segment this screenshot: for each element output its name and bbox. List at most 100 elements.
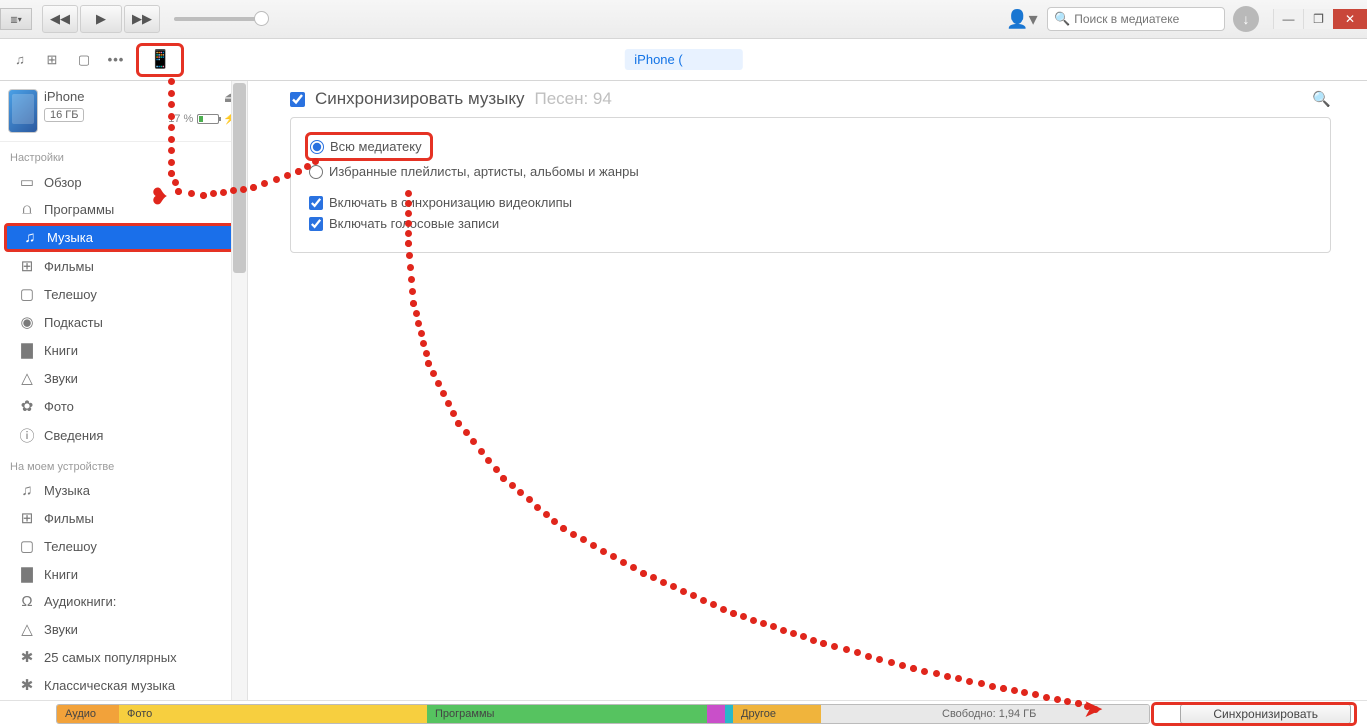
content-pane: Синхронизировать музыку Песен: 94 🔍 Всю … [248,81,1367,700]
sidebar-settings-item-icon-2: ♫ [21,229,39,246]
sidebar-device-item-label-2: Телешоу [44,539,97,554]
sidebar-settings-item-label-7: Звуки [44,371,78,386]
sidebar-device-item-label-1: Фильмы [44,511,94,526]
seg-apps: Программы [427,705,707,723]
sidebar-settings-item-icon-9: ⓘ [18,425,36,446]
sidebar-device-item-icon-5: △ [18,620,36,638]
scrollbar-thumb[interactable] [233,83,246,273]
play-button[interactable]: ▶ [80,5,122,33]
sidebar-settings-item-5[interactable]: ◉Подкасты [0,308,247,336]
maximize-button[interactable]: ❐ [1303,9,1333,29]
movies-tab-icon[interactable]: ⊞ [38,45,66,75]
seg-docs [707,705,725,723]
sidebar-device-item-6[interactable]: ✱25 самых популярных [0,643,247,671]
capacity-bar: Аудио Фото Программы Другое Свободно: 1,… [0,700,1367,726]
seg-other: Другое [733,705,821,723]
check-videos-label: Включать в синхронизацию видеоклипы [329,195,572,210]
sidebar-settings-item-label-4: Телешоу [44,287,97,302]
account-button[interactable]: 👤▾ [1005,6,1039,32]
sidebar-settings-item-0[interactable]: ▭Обзор [0,168,247,196]
sidebar-settings-item-icon-4: ▢ [18,285,36,303]
sidebar-device-item-label-3: Книги [44,567,78,582]
sidebar-device-item-label-4: Аудиокниги: [44,594,116,609]
sidebar-settings-item-2[interactable]: ♫ Музыка [4,223,243,252]
playback-controls: ◀◀ ▶ ▶▶ [42,5,160,33]
sidebar-device-item-5[interactable]: △ Звуки [0,615,247,643]
secondary-toolbar: ♫ ⊞ ▢ ••• 📱 iPhone ( [0,39,1367,81]
sidebar-section-settings: Настройки [0,142,247,168]
download-button[interactable]: ↓ [1233,6,1259,32]
sidebar-device-item-4[interactable]: ΩАудиокниги: [0,588,247,615]
sync-options-panel: Всю медиатеку Избранные плейлисты, артис… [290,117,1331,253]
more-tabs-icon[interactable]: ••• [102,45,130,75]
prev-button[interactable]: ◀◀ [42,5,78,33]
storage-bar: Аудио Фото Программы Другое Свободно: 1,… [56,704,1150,724]
search-field[interactable]: 🔍 [1047,7,1225,31]
sidebar-settings-item-4[interactable]: ▢ Телешоу [0,280,247,308]
sidebar-device-item-label-7: Классическая музыка [44,678,175,693]
sidebar-device-item-icon-7: ✱ [18,676,36,694]
sidebar-settings-item-7[interactable]: △Звуки [0,364,247,392]
next-button[interactable]: ▶▶ [124,5,160,33]
device-name: iPhone [44,89,162,104]
check-include-videos[interactable] [309,196,323,210]
sidebar-device-item-icon-2: ▢ [18,537,36,555]
search-icon: 🔍 [1054,11,1070,27]
seg-free: Свободно: 1,94 ГБ [821,705,1149,723]
close-button[interactable]: ✕ [1333,9,1367,29]
seg-audio: Аудио [57,705,119,723]
sidebar-settings-item-label-3: Фильмы [44,259,94,274]
songs-count: Песен: 94 [534,89,611,109]
sidebar-settings-item-icon-3: ⊞ [18,257,36,275]
sidebar-section-on-device: На моем устройстве [0,451,247,477]
seg-photo: Фото [119,705,427,723]
sync-music-checkbox[interactable] [290,92,305,107]
window-menu-button[interactable]: ▥▾ [0,8,32,30]
battery-icon [197,114,219,124]
sidebar-settings-item-3[interactable]: ⊞ Фильмы [0,252,247,280]
sidebar-settings-item-9[interactable]: ⓘ Сведения [0,420,247,451]
sidebar-device-item-label-0: Музыка [44,483,90,498]
sidebar-settings-item-icon-0: ▭ [18,173,36,191]
radio-entire-label: Всю медиатеку [330,139,422,154]
sidebar-settings-item-8[interactable]: ✿ Фото [0,392,247,420]
sidebar-settings-item-icon-8: ✿ [18,397,36,415]
content-search-icon[interactable]: 🔍 [1312,90,1331,108]
sidebar-device-item-7[interactable]: ✱ Классическая музыка [0,671,247,699]
title-bar: ▥▾ ◀◀ ▶ ▶▶ 👤▾ 🔍 ↓ — ❐ ✕ [0,0,1367,39]
sidebar-settings-item-label-8: Фото [44,399,74,414]
device-tab-button[interactable]: 📱 [136,43,184,77]
sidebar-settings-item-label-2: Музыка [47,230,93,245]
music-tab-icon[interactable]: ♫ [6,45,34,75]
minimize-button[interactable]: — [1273,9,1303,29]
sidebar-device-item-1[interactable]: ⊞ Фильмы [0,504,247,532]
highlight-entire-library: Всю медиатеку [305,132,433,161]
sidebar-settings-item-label-9: Сведения [44,428,103,443]
sidebar-device-item-icon-0: ♫ [18,482,36,499]
sidebar-device-item-3[interactable]: ▇Книги [0,560,247,588]
sync-music-label: Синхронизировать музыку [315,89,524,109]
tv-tab-icon[interactable]: ▢ [70,45,98,75]
sidebar-settings-item-6[interactable]: ▇ Книги [0,336,247,364]
radio-selected-label: Избранные плейлисты, артисты, альбомы и … [329,164,639,179]
sidebar-settings-item-label-6: Книги [44,343,78,358]
sync-button[interactable]: Синхронизировать [1180,704,1351,724]
sidebar-settings-item-label-1: Программы [44,202,114,217]
window-controls: — ❐ ✕ [1273,9,1367,29]
device-icon: 📱 [149,49,171,70]
sidebar-device-item-0[interactable]: ♫ Музыка [0,477,247,504]
sidebar-device-item-label-6: 25 самых популярных [44,650,177,665]
sidebar-device-item-label-5: Звуки [44,622,78,637]
sidebar-device-item-icon-1: ⊞ [18,509,36,527]
sidebar-settings-item-1[interactable]: ⩍Программы [0,196,247,223]
sidebar: iPhone 16 ГБ ⏏ 17 % ⚡ Настройки ▭Обзор⩍П… [0,81,248,700]
volume-slider[interactable] [174,17,266,21]
breadcrumb[interactable]: iPhone ( [624,49,742,70]
sidebar-scrollbar[interactable] [231,81,247,700]
search-input[interactable] [1074,12,1229,26]
check-include-voice[interactable] [309,217,323,231]
radio-entire-library[interactable] [310,140,324,154]
radio-selected-playlists[interactable] [309,165,323,179]
sidebar-device-item-2[interactable]: ▢ Телешоу [0,532,247,560]
sidebar-settings-item-icon-6: ▇ [18,341,36,359]
